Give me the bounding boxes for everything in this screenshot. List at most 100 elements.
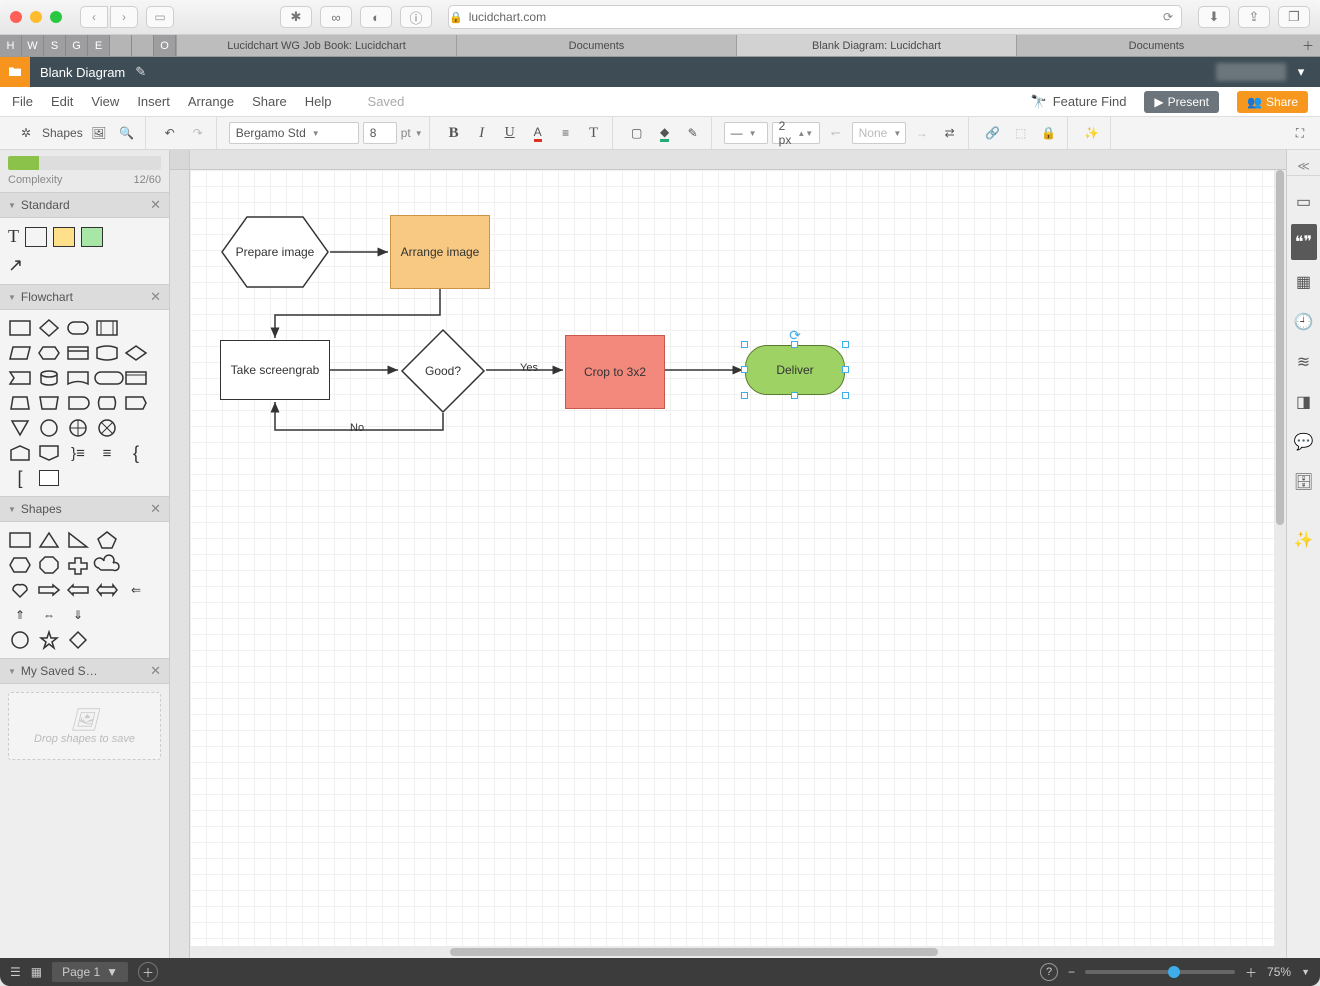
flowchart-shape[interactable]	[66, 368, 90, 388]
panel-header-shapes[interactable]: ▼Shapes✕	[0, 496, 169, 522]
rail-history-icon[interactable]: 🕘	[1291, 304, 1317, 340]
edge-label-yes[interactable]: Yes	[520, 362, 538, 374]
flowchart-shape[interactable]	[37, 393, 61, 413]
text-shape-icon[interactable]: T	[8, 226, 19, 247]
rail-data-icon[interactable]: 🗄	[1291, 464, 1317, 500]
menu-share[interactable]: Share	[252, 94, 287, 109]
line-width-select[interactable]: 2 px▲▼	[772, 122, 820, 144]
line-routing-button[interactable]: ⇄	[938, 121, 962, 145]
flowchart-shape[interactable]	[95, 418, 119, 438]
note-shape-icon[interactable]	[53, 227, 75, 247]
forward-button[interactable]: ›	[110, 6, 138, 28]
pinned-tab[interactable]: S	[44, 35, 66, 56]
pinned-tab[interactable]: O	[154, 35, 176, 56]
font-size-input[interactable]: 8	[363, 122, 397, 144]
magic-wand-icon[interactable]: ✨	[1080, 121, 1104, 145]
fullscreen-icon[interactable]: ⛶	[1288, 121, 1312, 145]
documents-folder-icon[interactable]	[0, 57, 30, 87]
redo-icon[interactable]: ↷	[186, 121, 210, 145]
arrow-style-button[interactable]: →	[910, 121, 934, 145]
tabs-icon[interactable]: ❐	[1278, 6, 1310, 28]
flowchart-shape[interactable]	[95, 343, 119, 363]
flowchart-shape[interactable]: }≡	[66, 443, 90, 463]
close-icon[interactable]: ✕	[150, 197, 161, 213]
flowchart-shape[interactable]	[95, 368, 119, 388]
fill-color-button[interactable]: ▢	[625, 121, 649, 145]
basic-shape[interactable]	[95, 555, 119, 575]
panel-header-saved[interactable]: ▼My Saved S…✕	[0, 658, 169, 684]
basic-shape[interactable]	[95, 580, 119, 600]
basic-shape[interactable]	[8, 555, 32, 575]
edge-label-no[interactable]: No	[350, 422, 364, 434]
layer-icon[interactable]: ⬚	[1009, 121, 1033, 145]
rail-present-icon[interactable]: ▦	[1291, 264, 1317, 300]
minimize-window-icon[interactable]	[30, 11, 42, 23]
present-button[interactable]: ▶ Present	[1144, 91, 1219, 113]
flowchart-shape[interactable]	[124, 343, 148, 363]
block-shape-icon[interactable]	[25, 227, 47, 247]
basic-shape[interactable]	[37, 555, 61, 575]
border-style-button[interactable]: ✎	[681, 121, 705, 145]
flowchart-shape[interactable]	[37, 468, 61, 488]
flowchart-shape[interactable]	[37, 418, 61, 438]
menu-insert[interactable]: Insert	[137, 94, 170, 109]
resize-handle[interactable]	[741, 366, 748, 373]
extension-icon[interactable]: ⓘ	[400, 6, 432, 28]
basic-shape[interactable]	[37, 630, 61, 650]
rail-comments-icon[interactable]: ❝❞	[1291, 224, 1317, 260]
resize-handle[interactable]	[791, 392, 798, 399]
resize-handle[interactable]	[842, 366, 849, 373]
shapes-manager-button[interactable]: ✲	[14, 121, 38, 145]
flowchart-shape[interactable]	[37, 368, 61, 388]
node-crop[interactable]: Crop to 3x2	[565, 335, 665, 409]
list-view-icon[interactable]: ☰	[10, 965, 21, 979]
hotspot-shape-icon[interactable]	[81, 227, 103, 247]
flowchart-shape[interactable]	[8, 368, 32, 388]
flowchart-shape[interactable]	[124, 368, 148, 388]
pinned-tab[interactable]: H	[0, 35, 22, 56]
node-deliver[interactable]: Deliver ⟳	[745, 345, 845, 395]
flowchart-shape[interactable]	[37, 343, 61, 363]
maximize-window-icon[interactable]	[50, 11, 62, 23]
flowchart-shape[interactable]	[66, 418, 90, 438]
close-icon[interactable]: ✕	[150, 501, 161, 517]
node-good-decision[interactable]: Good?	[400, 328, 486, 414]
border-color-button[interactable]: ◆	[653, 121, 677, 145]
menu-edit[interactable]: Edit	[51, 94, 73, 109]
basic-shape[interactable]	[8, 630, 32, 650]
extension-icon[interactable]: ◐	[360, 6, 392, 28]
page-selector[interactable]: Page 1 ▼	[52, 962, 128, 982]
close-icon[interactable]: ✕	[150, 663, 161, 679]
pinned-tab[interactable]: W	[22, 35, 44, 56]
link-icon[interactable]: 🔗	[981, 121, 1005, 145]
downloads-icon[interactable]: ⬇	[1198, 6, 1230, 28]
flowchart-shape[interactable]	[8, 318, 32, 338]
browser-tab[interactable]: Lucidchart WG Job Book: Lucidchart	[176, 35, 456, 56]
share-button[interactable]: 👥 Share	[1237, 91, 1308, 113]
scrollbar-horizontal[interactable]	[190, 946, 1274, 958]
document-title[interactable]: Blank Diagram	[40, 65, 125, 80]
resize-handle[interactable]	[741, 392, 748, 399]
reload-icon[interactable]: ⟳	[1163, 10, 1173, 24]
sidebar-toggle-button[interactable]: ▭	[146, 6, 174, 28]
basic-shape[interactable]	[8, 580, 32, 600]
insert-image-icon[interactable]: 🖼	[87, 121, 111, 145]
resize-handle[interactable]	[842, 392, 849, 399]
flowchart-shape[interactable]	[66, 343, 90, 363]
basic-shape[interactable]	[66, 630, 90, 650]
basic-shape[interactable]: ⇑	[8, 605, 32, 625]
flowchart-shape[interactable]	[95, 393, 119, 413]
pinned-tab[interactable]: G	[66, 35, 88, 56]
basic-shape[interactable]	[66, 580, 90, 600]
italic-button[interactable]: I	[470, 121, 494, 145]
user-menu-chevron-icon[interactable]: ▾	[1292, 64, 1310, 80]
basic-shape[interactable]	[66, 530, 90, 550]
rail-page-icon[interactable]: ▭	[1291, 184, 1317, 220]
pinned-tab[interactable]	[110, 35, 132, 56]
node-arrange-image[interactable]: Arrange image	[390, 215, 490, 289]
browser-tab[interactable]: Blank Diagram: Lucidchart	[736, 35, 1016, 56]
menu-arrange[interactable]: Arrange	[188, 94, 234, 109]
basic-shape[interactable]	[37, 530, 61, 550]
text-color-button[interactable]: A	[526, 121, 550, 145]
close-window-icon[interactable]	[10, 11, 22, 23]
